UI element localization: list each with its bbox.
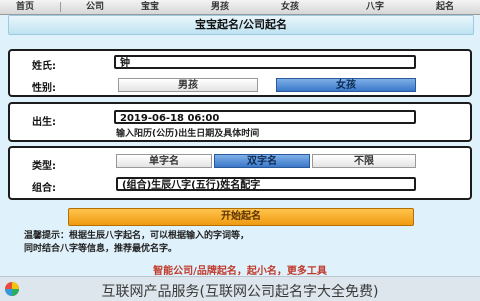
birth-hint: 输入阳历(公历)出生日期及具体时间: [116, 129, 260, 139]
tips-line-2: 同时结合八字等信息，推荐最优名字。: [24, 244, 178, 254]
nav-item-boy[interactable]: 男孩: [195, 0, 245, 14]
start-naming-button[interactable]: 开始起名: [68, 208, 414, 226]
mode-select[interactable]: (组合)生辰八字(五行)姓名配字: [116, 177, 416, 191]
surname-input[interactable]: 钟: [114, 55, 416, 69]
nav-item-company[interactable]: 公司: [70, 0, 120, 14]
bottom-banner-text: 互联网产品服务(互联网公司起名字大全免费): [101, 284, 379, 300]
type-option-any[interactable]: 不限: [312, 154, 416, 168]
nav-item-baby[interactable]: 宝宝: [125, 0, 175, 14]
type-label: 类型:: [32, 161, 56, 172]
birth-label: 出生:: [32, 117, 56, 128]
page-title: 宝宝起名/公司起名: [194, 18, 288, 31]
nav-item-bazi[interactable]: 八字: [350, 0, 400, 14]
nav-item-home[interactable]: 首页: [0, 0, 50, 14]
bottom-banner: 互联网产品服务(互联网公司起名字大全免费): [0, 276, 480, 301]
mode-label: 组合:: [32, 183, 56, 194]
gender-option-girl[interactable]: 女孩: [276, 78, 416, 92]
type-option-double[interactable]: 双字名: [214, 154, 310, 168]
panel-options: 类型: 单字名 双字名 不限 组合: (组合)生辰八字(五行)姓名配字: [8, 146, 472, 200]
tips-text: 温馨提示：根据生辰八字起名，可以根据输入的字词等， 同时结合八字等信息，推荐最优…: [24, 230, 460, 256]
tips-line-1: 温馨提示：根据生辰八字起名，可以根据输入的字词等，: [24, 231, 250, 241]
surname-label: 姓氏:: [32, 61, 56, 72]
nav-divider: [60, 2, 61, 12]
gender-label: 性别:: [32, 83, 56, 94]
panel-basic: 姓氏: 钟 性别: 男孩 女孩: [8, 49, 472, 97]
nav-item-naming[interactable]: 起名: [420, 0, 470, 14]
gender-option-boy[interactable]: 男孩: [118, 78, 258, 92]
type-option-single[interactable]: 单字名: [116, 154, 212, 168]
nav-item-girl[interactable]: 女孩: [265, 0, 315, 14]
birth-input[interactable]: 2019-06-18 06:00: [114, 110, 416, 124]
title-bar: 宝宝起名/公司起名: [8, 15, 474, 35]
panel-birth: 出生: 2019-06-18 06:00 输入阳历(公历)出生日期及具体时间: [8, 102, 472, 142]
top-nav: 首页 公司 宝宝 男孩 女孩 八字 起名: [0, 0, 480, 15]
promo-link[interactable]: 智能公司/品牌起名，起小名，更多工具: [0, 262, 480, 277]
